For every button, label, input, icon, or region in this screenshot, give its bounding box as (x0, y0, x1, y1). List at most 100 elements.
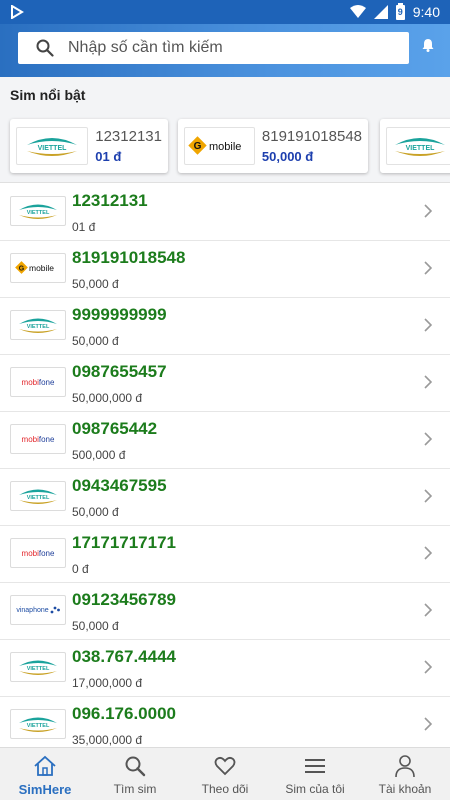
signal-icon (373, 5, 388, 19)
viettel-logo-text: VIETTEL (27, 666, 50, 672)
gmobile-logo: G mobile (184, 127, 255, 165)
svg-text:G: G (194, 141, 202, 152)
chevron-right-icon (424, 261, 432, 275)
sim-list-item[interactable]: Gmobile 819191018548 50,000 đ (0, 241, 450, 298)
featured-card-price: 01 đ (95, 149, 122, 164)
bottom-nav: SimHere Tìm sim Theo dõi Sim của tôi Tài… (0, 747, 450, 800)
nav-item-simhere[interactable]: SimHere (0, 748, 90, 800)
viettel-logo: VIETTEL (10, 481, 66, 511)
sim-price: 50,000,000 đ (72, 391, 143, 405)
viettel-logo-text: VIETTEL (27, 324, 50, 330)
person-icon (395, 755, 415, 778)
bell-icon[interactable] (422, 38, 434, 52)
nav-item-search[interactable]: Tìm sim (90, 748, 180, 800)
sim-list-item[interactable]: VIETTEL 096.176.0000 35,000,000 đ (0, 697, 450, 747)
viettel-logo-text: VIETTEL (27, 495, 50, 501)
mobifone-logo: mobifone (10, 538, 66, 568)
viettel-logo: VIETTEL (10, 709, 66, 739)
sim-price: 35,000,000 đ (72, 733, 143, 747)
sim-number: 12312131 (72, 191, 148, 210)
chevron-right-icon (424, 660, 432, 674)
mobifone-logo-fone: fone (38, 548, 55, 558)
vinaphone-logo-text: vinaphone (16, 606, 49, 614)
nav-label: SimHere (18, 782, 72, 797)
viettel-logo-mark: VIETTEL (19, 204, 57, 219)
chevron-right-icon (424, 375, 432, 389)
viettel-logo: VIETTEL (10, 310, 66, 340)
search-icon (125, 756, 146, 777)
mobifone-logo: mobifone (10, 367, 66, 397)
sim-price: 500,000 đ (72, 448, 126, 462)
sim-price: 50,000 đ (72, 277, 119, 291)
gmobile-logo-mark: G mobile (188, 136, 242, 155)
sim-list-item[interactable]: mobifone 0987655457 50,000,000 đ (0, 355, 450, 412)
featured-card-number: 819191018548 (261, 128, 362, 145)
sim-list-item[interactable]: vinaphone 09123456789 50,000 đ (0, 583, 450, 640)
sim-list-item[interactable]: mobifone 17171717171 0 đ (0, 526, 450, 583)
viettel-logo: VIETTEL (16, 127, 89, 165)
sim-list-item[interactable]: VIETTEL 0943467595 50,000 đ (0, 469, 450, 526)
gmobile-logo: Gmobile (10, 253, 66, 283)
status-time: 9:40 (412, 4, 440, 20)
featured-card[interactable]: VIETTEL 12312131 01 đ (10, 119, 168, 173)
vinaphone-star-icon (50, 606, 60, 614)
sim-list-item[interactable]: VIETTEL 9999999999 50,000 đ (0, 298, 450, 355)
heart-icon (214, 756, 236, 776)
sim-list-item[interactable]: VIETTEL 038.767.4444 17,000,000 đ (0, 640, 450, 697)
nav-label: Tài khoản (378, 782, 432, 796)
viettel-logo-mark: VIETTEL (19, 318, 57, 333)
sim-price: 0 đ (72, 562, 89, 576)
vinaphone-logo: vinaphone (10, 595, 66, 625)
mobifone-logo-mobi: mobi (21, 377, 39, 387)
gmobile-logo-mark: Gmobile (15, 261, 54, 274)
status-bar: 9 9:40 (0, 0, 450, 24)
viettel-logo-mark: VIETTEL (19, 717, 57, 732)
viettel-logo: VIETTEL (10, 196, 66, 226)
gmobile-logo-text: mobile (29, 263, 54, 273)
status-right: 9 9:40 (349, 2, 440, 20)
status-left (10, 5, 24, 19)
mobifone-logo-mobi: mobi (21, 548, 39, 558)
featured-section: Sim nổi bật VIETTEL 12312131 01 đ G mobi… (0, 77, 450, 183)
featured-card[interactable]: VIETTEL (380, 119, 450, 173)
viettel-logo: VIETTEL (10, 652, 66, 682)
search-bar[interactable] (18, 32, 409, 64)
sim-list-item[interactable]: mobifone 098765442 500,000 đ (0, 412, 450, 469)
sim-list-item[interactable]: VIETTEL 12312131 01 đ (0, 184, 450, 241)
nav-label: Sim của tôi (285, 782, 345, 796)
viettel-logo: VIETTEL (386, 127, 450, 165)
mobifone-logo-fone: fone (38, 434, 55, 444)
mobifone-logo-mobi: mobi (21, 434, 39, 444)
sim-list: VIETTEL 12312131 01 đ Gmobile 8191910185… (0, 184, 450, 747)
sim-number: 096.176.0000 (72, 704, 176, 723)
menu-icon (305, 759, 325, 773)
sim-price: 17,000,000 đ (72, 676, 143, 690)
sim-number: 17171717171 (72, 533, 177, 552)
featured-title: Sim nổi bật (10, 87, 86, 103)
app-header (0, 24, 450, 77)
sim-number: 0987655457 (72, 362, 167, 381)
sim-price: 01 đ (72, 220, 96, 234)
sim-number: 0943467595 (72, 476, 167, 495)
chevron-right-icon (424, 546, 432, 560)
chevron-right-icon (424, 432, 432, 446)
chevron-right-icon (424, 204, 432, 218)
chevron-right-icon (424, 489, 432, 503)
sim-number: 819191018548 (72, 248, 186, 267)
nav-item-following[interactable]: Theo dõi (180, 748, 270, 800)
featured-card-price: 50,000 đ (261, 149, 314, 164)
sim-number: 038.767.4444 (72, 647, 176, 666)
sim-number: 09123456789 (72, 590, 177, 609)
nav-item-account[interactable]: Tài khoản (360, 748, 450, 800)
featured-card[interactable]: G mobile 819191018548 50,000 đ (178, 119, 368, 173)
mobifone-logo-fone: fone (38, 377, 55, 387)
battery-icon: 9 (395, 2, 405, 20)
chevron-right-icon (424, 603, 432, 617)
mobifone-logo: mobifone (10, 424, 66, 454)
nav-label: Theo dõi (201, 782, 249, 796)
nav-item-my-sim[interactable]: Sim của tôi (270, 748, 360, 800)
sim-number: 9999999999 (72, 305, 167, 324)
viettel-logo-text: VIETTEL (27, 723, 50, 729)
search-input[interactable] (68, 39, 388, 57)
viettel-logo-text: VIETTEL (406, 145, 436, 152)
